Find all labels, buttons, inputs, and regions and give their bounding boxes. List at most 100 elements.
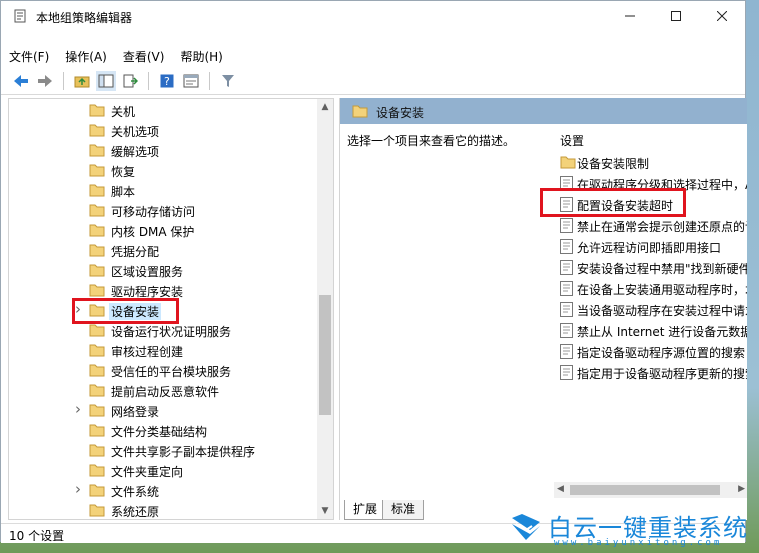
- folder-icon: [89, 463, 105, 477]
- tree-item[interactable]: 文件分类基础结构: [9, 420, 319, 440]
- tree-item-label: 关机: [111, 105, 136, 119]
- folder-icon: [89, 403, 105, 417]
- back-icon[interactable]: [11, 71, 31, 91]
- setting-label: 指定用于设备驱动程序更新的搜索: [577, 367, 747, 381]
- folder-icon: [89, 483, 105, 497]
- tab-standard[interactable]: 标准: [382, 500, 425, 520]
- close-button[interactable]: [699, 1, 745, 31]
- menu-bar: 文件(F) 操作(A) 查看(V) 帮助(H): [1, 47, 745, 67]
- tree-item[interactable]: 关机: [9, 100, 319, 120]
- description-text: 选择一个项目来查看它的描述。: [347, 134, 516, 148]
- policy-setting-item[interactable]: 禁止从 Internet 进行设备元数据: [558, 320, 747, 340]
- setting-label: 禁止在通常会提示创建还原点的讠: [577, 220, 747, 234]
- tab-extended[interactable]: 扩展: [344, 500, 387, 520]
- tree-item[interactable]: 关机选项: [9, 120, 319, 140]
- tree-item-label: 审核过程创建: [111, 345, 184, 359]
- tree-item[interactable]: 可移动存储访问: [9, 200, 319, 220]
- tree-item-label: 缓解选项: [111, 145, 160, 159]
- folder-icon: [89, 363, 105, 377]
- forward-icon[interactable]: [35, 71, 55, 91]
- tree-item[interactable]: 文件夹重定向: [9, 460, 319, 480]
- scrollbar-thumb[interactable]: [319, 295, 331, 415]
- folder-icon: [89, 223, 105, 237]
- details-pane: 设备安装 选择一个项目来查看它的描述。 设置 设备安装限制 在驱动程序分级和选择过…: [339, 98, 747, 520]
- setting-label: 指定设备驱动程序源位置的搜索: [577, 346, 746, 360]
- tree-item[interactable]: 系统还原: [9, 500, 319, 519]
- toolbar-separator: [209, 72, 210, 90]
- tree-item[interactable]: 缓解选项: [9, 140, 319, 160]
- tree-item[interactable]: 内核 DMA 保护: [9, 220, 319, 240]
- folder-icon: [89, 323, 105, 337]
- help-icon[interactable]: ?: [157, 71, 177, 91]
- policy-setting-item[interactable]: 在设备上安装通用驱动程序时，才: [558, 278, 747, 298]
- tree-item-label: 文件共享影子副本提供程序: [111, 445, 256, 459]
- watermark: 白云一键重装系统 www.baiyunxitong.com: [500, 506, 759, 553]
- menu-file[interactable]: 文件(F): [1, 47, 57, 67]
- tree-item-label: 网络登录: [111, 405, 160, 419]
- tree-item-label: 可移动存储访问: [111, 205, 196, 219]
- folder-icon: [352, 104, 368, 118]
- policy-setting-icon: [560, 239, 573, 254]
- tree-item[interactable]: 驱动程序安装: [9, 280, 319, 300]
- tree-item[interactable]: 提前启动反恶意软件: [9, 380, 319, 400]
- scroll-down-icon[interactable]: ▼: [317, 503, 333, 519]
- properties-icon[interactable]: [181, 71, 201, 91]
- tree-item-label: 文件系统: [111, 485, 160, 499]
- tree-item[interactable]: 脚本: [9, 180, 319, 200]
- settings-folder-item[interactable]: 设备安装限制: [558, 152, 747, 172]
- chevron-right-icon[interactable]: ›: [75, 400, 85, 418]
- toolbar-divider: [1, 94, 745, 95]
- folder-icon: [89, 343, 105, 357]
- scroll-right-icon[interactable]: ▶: [738, 484, 745, 494]
- show-tree-icon[interactable]: [96, 71, 116, 91]
- scroll-up-icon[interactable]: ▲: [317, 99, 333, 115]
- minimize-button[interactable]: [607, 1, 653, 31]
- policy-setting-item[interactable]: 允许远程访问即插即用接口: [558, 236, 747, 256]
- tree-item[interactable]: 凭据分配: [9, 240, 319, 260]
- tree-scrollbar[interactable]: ▲ ▼: [317, 99, 333, 519]
- folder-icon: [89, 283, 105, 297]
- chevron-right-icon[interactable]: ›: [75, 480, 85, 498]
- folder-icon: [89, 163, 105, 177]
- watermark-logo-icon: [512, 514, 540, 540]
- up-folder-icon[interactable]: [72, 71, 92, 91]
- status-text: 10 个设置: [9, 529, 65, 543]
- scroll-left-icon[interactable]: ◀: [557, 484, 564, 494]
- title-bar: 本地组策略编辑器: [1, 1, 745, 31]
- folder-icon: [89, 143, 105, 157]
- tree-item[interactable]: 审核过程创建: [9, 340, 319, 360]
- tree-item[interactable]: 区域设置服务: [9, 260, 319, 280]
- svg-text:?: ?: [164, 75, 170, 88]
- tree-item[interactable]: › 网络登录: [9, 400, 319, 420]
- tree-item-label: 受信任的平台模块服务: [111, 365, 232, 379]
- setting-label: 禁止从 Internet 进行设备元数据: [577, 325, 747, 339]
- toolbar: ?: [1, 69, 745, 93]
- folder-icon: [89, 263, 105, 277]
- policy-setting-item[interactable]: 指定设备驱动程序源位置的搜索: [558, 341, 747, 361]
- tree-item[interactable]: › 文件系统: [9, 480, 319, 500]
- settings-hscrollbar[interactable]: ◀ ▶: [554, 482, 747, 498]
- folder-icon: [560, 155, 576, 170]
- tree-item[interactable]: 受信任的平台模块服务: [9, 360, 319, 380]
- policy-setting-item[interactable]: 指定用于设备驱动程序更新的搜索: [558, 362, 747, 382]
- filter-icon[interactable]: [218, 71, 238, 91]
- watermark-url: www.baiyunxitong.com: [554, 538, 723, 548]
- setting-label: 安装设备过程中禁用"找到新硬件: [577, 262, 747, 276]
- export-icon[interactable]: [120, 71, 140, 91]
- tree-item-label: 恢复: [111, 165, 136, 179]
- menu-action[interactable]: 操作(A): [57, 47, 115, 67]
- tree-item[interactable]: 恢复: [9, 160, 319, 180]
- scrollbar-thumb[interactable]: [570, 485, 720, 495]
- policy-setting-item[interactable]: 安装设备过程中禁用"找到新硬件: [558, 257, 747, 277]
- maximize-button[interactable]: [653, 1, 699, 31]
- settings-column-header[interactable]: 设置: [560, 132, 584, 149]
- folder-icon: [89, 383, 105, 397]
- policy-setting-icon: [560, 323, 573, 338]
- menu-view[interactable]: 查看(V): [115, 47, 173, 67]
- menu-help[interactable]: 帮助(H): [172, 47, 230, 67]
- policy-setting-item[interactable]: 当设备驱动程序在安装过程中请求: [558, 299, 747, 319]
- policy-setting-item[interactable]: 禁止在通常会提示创建还原点的讠: [558, 215, 747, 235]
- toolbar-separator: [148, 72, 149, 90]
- folder-icon: [89, 243, 105, 257]
- tree-item[interactable]: 文件共享影子副本提供程序: [9, 440, 319, 460]
